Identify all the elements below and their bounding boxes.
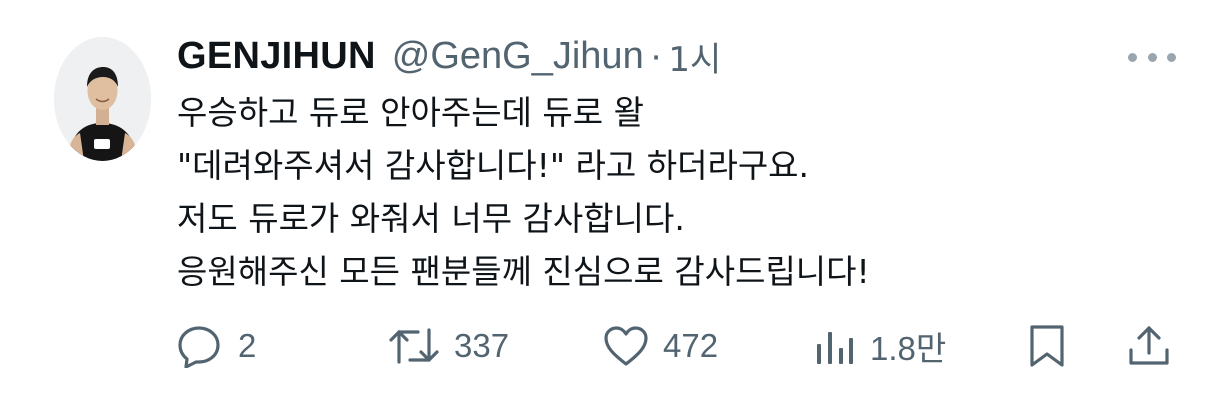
retweet-count: 337 xyxy=(454,327,510,364)
more-icon[interactable] xyxy=(1128,44,1176,70)
like-button[interactable]: 472 xyxy=(603,318,718,374)
views-count: 1.8만 xyxy=(870,330,947,367)
share-icon xyxy=(1129,326,1169,365)
share-button[interactable] xyxy=(1126,318,1172,374)
bookmark-button[interactable] xyxy=(1027,318,1067,374)
tweet-timestamp[interactable]: 1시 xyxy=(668,32,721,81)
reply-icon xyxy=(178,326,220,368)
tweet-action-bar: 2 337 472 1.8만 xyxy=(0,318,1206,374)
retweet-icon xyxy=(389,328,439,364)
user-handle[interactable]: @GenG_Jihun xyxy=(392,35,644,78)
reply-count: 2 xyxy=(238,327,257,364)
tweet-text-line: "데려와주셔서 감사합니다!" 라고 하더라구요. xyxy=(177,146,810,185)
tweet-text-line: 우승하고 듀로 안아주는데 듀로 왈 xyxy=(177,93,644,132)
avatar-photo-icon xyxy=(54,37,151,161)
tweet-text: 우승하고 듀로 안아주는데 듀로 왈 "데려와주셔서 감사합니다!" 라고 하더… xyxy=(177,86,1167,298)
tweet-header: GENJIHUN @GenG_Jihun · 1시 xyxy=(177,30,721,82)
tweet-text-line: 저도 듀로가 와줘서 너무 감사합니다. xyxy=(177,199,685,238)
avatar[interactable] xyxy=(54,37,151,161)
more-dot xyxy=(1147,52,1157,62)
tweet-text-line: 응원해주신 모든 팬분들께 진심으로 감사드립니다! xyxy=(177,252,870,291)
views-icon xyxy=(817,332,853,364)
like-count: 472 xyxy=(663,327,719,364)
separator-dot: · xyxy=(649,34,663,77)
retweet-button[interactable]: 337 xyxy=(388,318,509,374)
more-dot xyxy=(1128,52,1137,62)
reply-button[interactable]: 2 xyxy=(178,318,256,374)
more-dot xyxy=(1167,52,1176,62)
bookmark-icon xyxy=(1030,325,1064,367)
heart-icon xyxy=(604,326,648,366)
views-button[interactable]: 1.8만 xyxy=(814,318,946,374)
display-name[interactable]: GENJIHUN xyxy=(177,35,376,78)
